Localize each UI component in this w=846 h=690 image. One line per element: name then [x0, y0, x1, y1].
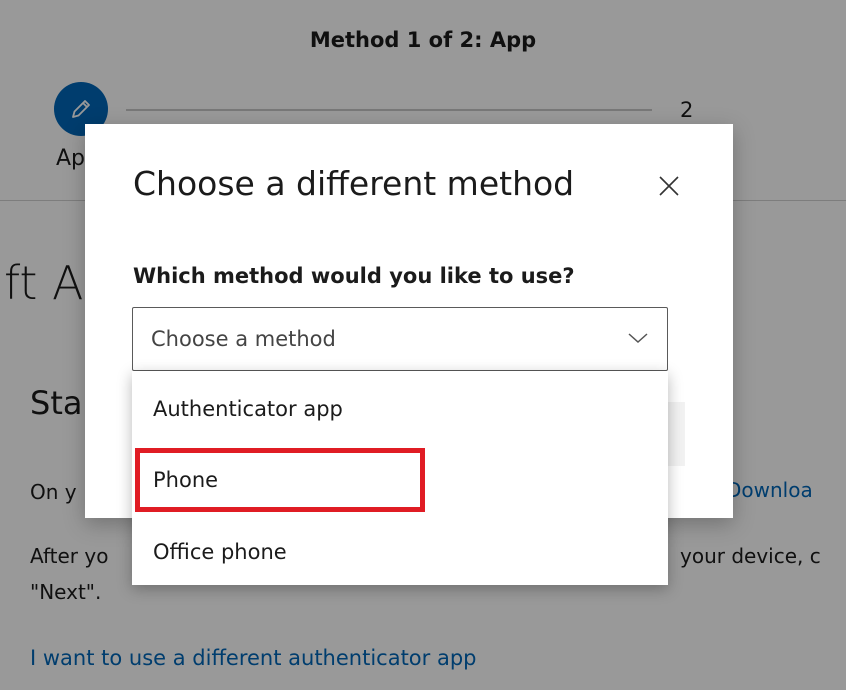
option-authenticator-app[interactable]: Authenticator app	[132, 381, 668, 441]
option-office-phone[interactable]: Office phone	[132, 525, 668, 585]
select-placeholder: Choose a method	[151, 327, 336, 351]
close-button[interactable]	[651, 168, 687, 204]
option-phone[interactable]: Phone	[132, 453, 668, 513]
close-icon	[659, 176, 679, 196]
method-dropdown-list: Authenticator app Phone Office phone	[132, 371, 668, 585]
method-select[interactable]: Choose a method	[132, 307, 668, 371]
option-label: Authenticator app	[153, 397, 343, 421]
method-field-label: Which method would you like to use?	[133, 264, 575, 288]
dialog-title: Choose a different method	[133, 164, 575, 203]
option-label: Office phone	[153, 540, 287, 564]
chevron-down-icon	[628, 333, 648, 344]
option-label: Phone	[153, 468, 219, 492]
